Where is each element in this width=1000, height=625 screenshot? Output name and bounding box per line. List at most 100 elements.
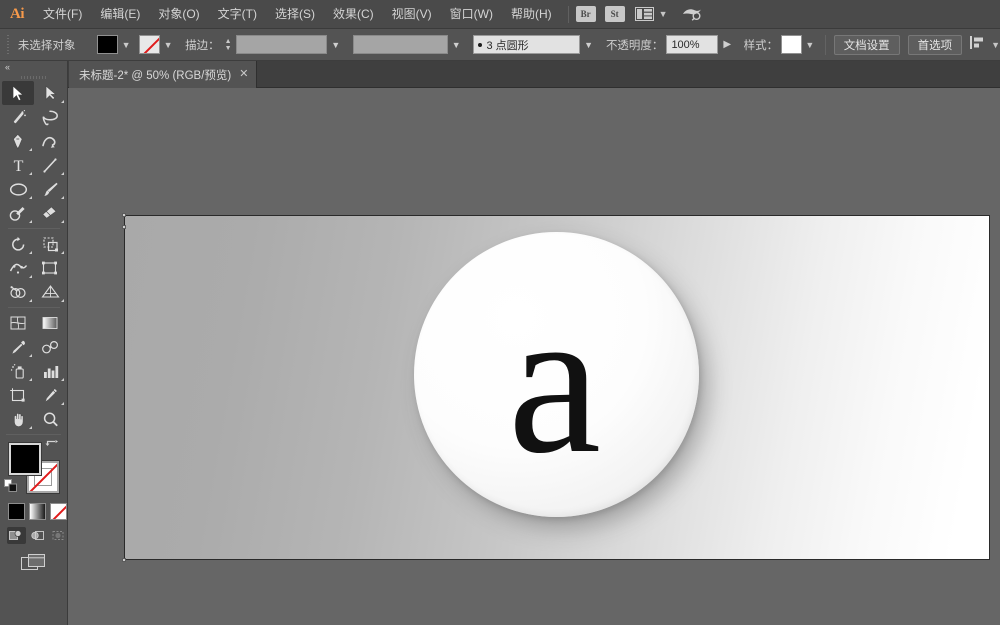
tool-zoom[interactable] [34,407,66,431]
graphic-style-swatch[interactable] [781,35,802,54]
tool-shape-builder[interactable] [2,280,34,304]
tool-eyedropper[interactable] [2,335,34,359]
draw-behind[interactable] [28,527,47,544]
preferences-button[interactable]: 首选项 [907,34,963,55]
draw-normal[interactable] [7,527,26,544]
menu-type[interactable]: 文字(T) [209,0,266,29]
tool-gradient[interactable] [34,311,66,335]
opacity-input[interactable]: 100% [666,35,718,54]
fill-swatch[interactable] [97,35,119,54]
stock-icon[interactable]: St [604,6,625,22]
tool-submenu-indicator [61,220,64,223]
brush-dot-icon [478,42,483,47]
tool-pen[interactable] [2,129,34,153]
tool-grid: T [0,81,67,431]
svg-text:T: T [13,158,23,174]
document-tab[interactable]: 未标题-2* @ 50% (RGB/预览) ✕ [69,61,258,88]
tool-symbol-sprayer[interactable] [2,359,34,383]
tools-panel-grip[interactable] [0,73,67,81]
tool-mesh[interactable] [2,311,34,335]
tool-rotate[interactable] [2,232,34,256]
tool-perspective-grid[interactable] [34,280,66,304]
tool-submenu-indicator [29,251,32,254]
align-objects-icon[interactable] [970,35,986,55]
menu-effect[interactable]: 效果(C) [324,0,383,29]
workspace-switcher-icon[interactable] [634,7,656,22]
tool-free-transform[interactable] [34,256,66,280]
tool-ellipse[interactable] [2,177,34,201]
canvas-workspace[interactable]: a [68,88,1000,625]
tool-submenu-indicator [29,148,32,151]
tool-artboard[interactable] [2,383,34,407]
double-chevron-left-icon[interactable]: « [5,62,10,72]
menu-help[interactable]: 帮助(H) [502,0,561,29]
close-icon[interactable]: ✕ [239,69,248,80]
menu-select[interactable]: 选择(S) [266,0,324,29]
artboard[interactable]: a [124,215,990,560]
stroke-profile-input[interactable] [353,35,448,54]
cloud-search-icon[interactable] [680,4,704,24]
stroke-chevron-down-icon[interactable]: ▼ [161,35,175,54]
tool-selection[interactable] [2,81,34,105]
align-chevron-down-icon[interactable]: ▼ [991,40,1000,50]
menu-file[interactable]: 文件(F) [34,0,91,29]
stroke-weight-stepper[interactable]: ▲ ▼ [223,35,234,55]
menubar-divider [567,5,569,23]
stroke-weight-chevron-down-icon[interactable]: ▼ [328,35,343,54]
tool-scale[interactable] [34,232,66,256]
color-mode-gradient[interactable] [29,503,46,520]
tool-type[interactable]: T [2,153,34,177]
brush-definition-select[interactable]: 3 点圆形 [473,35,581,54]
tool-lasso[interactable] [34,105,66,129]
artboard-handle-bl[interactable] [122,558,126,562]
tool-column-graph[interactable] [34,359,66,383]
tool-paintbrush[interactable] [34,177,66,201]
stroke-swatch[interactable] [139,35,161,54]
tool-curvature[interactable] [34,129,66,153]
menu-bar: Ai 文件(F) 编辑(E) 对象(O) 文字(T) 选择(S) 效果(C) 视… [0,0,1000,29]
workspace-chevron-down-icon[interactable]: ▼ [659,9,668,19]
tool-slice[interactable] [34,383,66,407]
tool-hand[interactable] [2,407,34,431]
stroke-profile-chevron-down-icon[interactable]: ▼ [449,35,464,54]
circle-shape[interactable]: a [414,232,699,517]
brush-chevron-down-icon[interactable]: ▼ [581,35,596,54]
style-chevron-down-icon[interactable]: ▼ [803,35,817,54]
tool-magic-wand[interactable] [2,105,34,129]
swap-fill-stroke-icon[interactable] [44,440,59,459]
tool-shaper[interactable] [2,201,34,225]
artboard-handle-tl[interactable] [122,213,126,217]
tool-line-segment[interactable] [34,153,66,177]
tools-divider-3 [6,434,61,435]
letter-a-glyph: a [507,264,602,497]
opacity-chevron-right-icon[interactable]: ▶ [720,35,735,54]
tool-submenu-indicator [61,299,64,302]
screen-mode-button[interactable] [20,553,47,577]
menu-window[interactable]: 窗口(W) [441,0,502,29]
tools-divider-1 [8,228,60,229]
menu-view[interactable]: 视图(V) [383,0,441,29]
tool-blend[interactable] [34,335,66,359]
illustrator-window: Ai 文件(F) 编辑(E) 对象(O) 文字(T) 选择(S) 效果(C) 视… [0,0,1000,625]
bridge-icon[interactable]: Br [575,6,596,22]
default-fill-stroke-icon[interactable] [4,479,18,498]
document-tab-bar: 未标题-2* @ 50% (RGB/预览) ✕ [0,61,1000,88]
fill-chevron-down-icon[interactable]: ▼ [119,35,133,54]
artboard-handle-tl2[interactable] [122,225,126,229]
tool-submenu-indicator [61,172,64,175]
tool-direct-selection[interactable] [34,81,66,105]
draw-inside[interactable] [48,527,67,544]
menu-object[interactable]: 对象(O) [149,0,208,29]
tool-submenu-indicator [29,220,32,223]
tool-width[interactable] [2,256,34,280]
menu-edit[interactable]: 编辑(E) [91,0,149,29]
toolbar-fill-swatch[interactable] [9,443,41,475]
tool-eraser[interactable] [34,201,66,225]
fill-stroke-controls [0,439,67,501]
document-setup-button[interactable]: 文档设置 [833,34,900,55]
stroke-weight-label: 描边： [185,39,220,52]
options-bar-grip[interactable] [6,34,12,55]
color-mode-none[interactable] [50,503,67,520]
stroke-weight-input[interactable] [236,35,328,54]
color-mode-color[interactable] [8,503,25,520]
